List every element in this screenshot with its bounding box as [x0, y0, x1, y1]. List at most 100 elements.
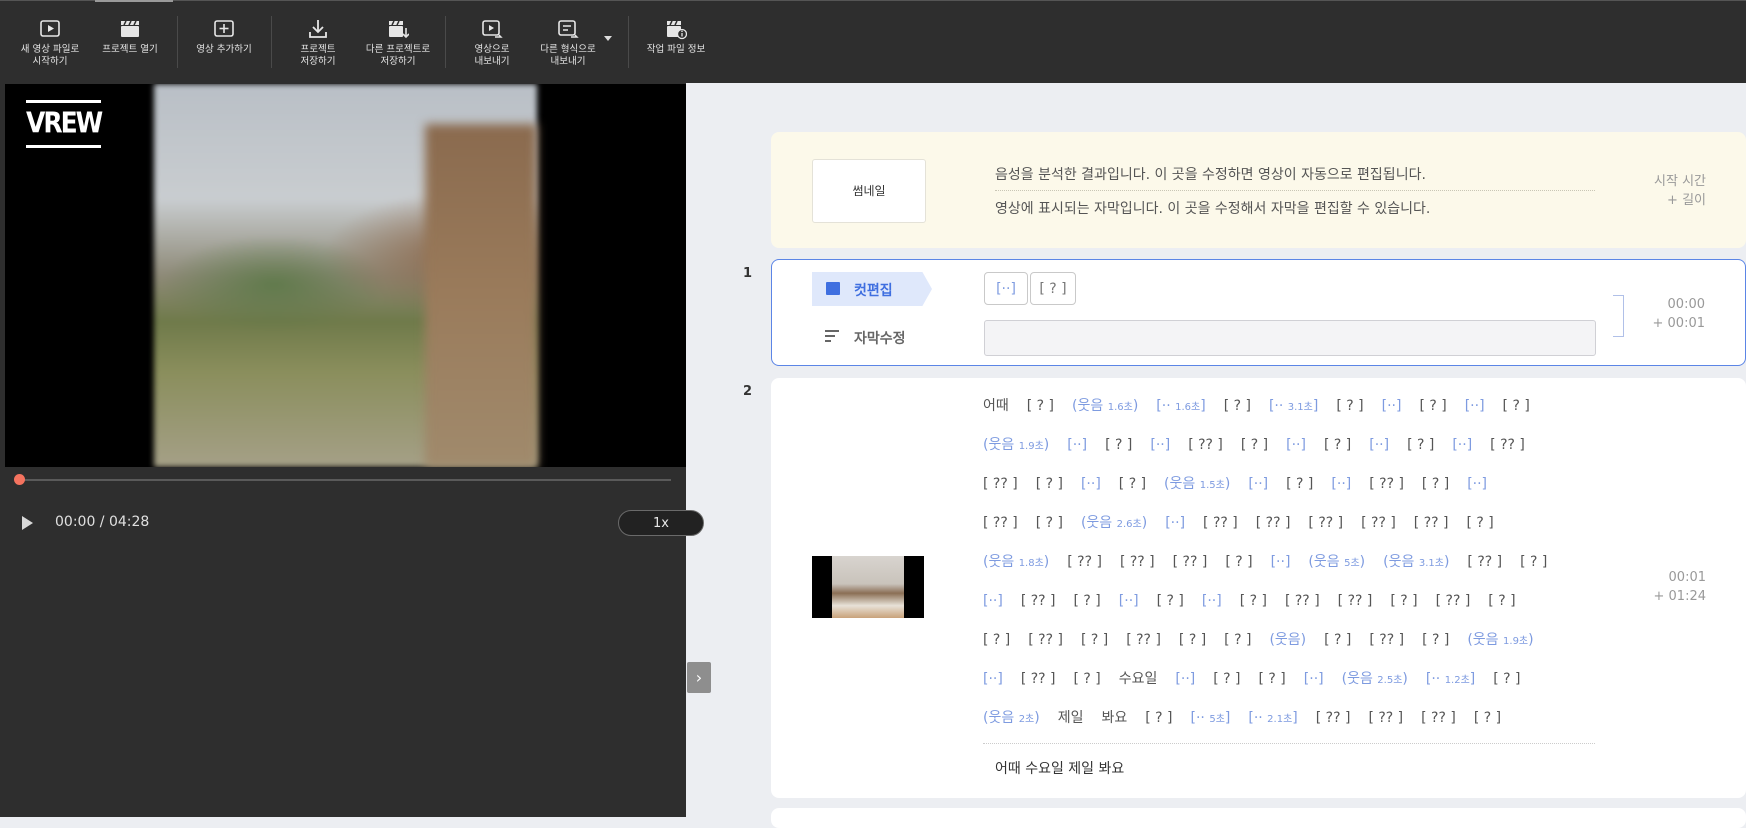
sound-tag[interactable]: (웃음 2.6초)	[1081, 504, 1147, 544]
word-token[interactable]: [ ?? ]	[1126, 621, 1161, 660]
word-token[interactable]: [ ? ]	[1240, 582, 1267, 621]
word-token[interactable]: [ ? ]	[1225, 543, 1252, 582]
word-token[interactable]: [ ?? ]	[1067, 543, 1102, 582]
word-token[interactable]: [ ?? ]	[1256, 504, 1291, 543]
sound-tag[interactable]: [·· 3.1초]	[1269, 387, 1318, 427]
word-token[interactable]: [ ? ]	[1503, 387, 1530, 426]
sound-tag[interactable]: [··]	[1369, 426, 1389, 465]
sound-tag[interactable]: [··]	[1119, 582, 1139, 621]
word-token[interactable]: [ ?? ]	[1120, 543, 1155, 582]
word-token[interactable]: [ ?? ]	[1368, 699, 1403, 738]
word-token[interactable]: [ ?? ]	[1308, 504, 1343, 543]
sound-tag[interactable]: [··]	[1165, 504, 1185, 543]
panel-toggle-button[interactable]: ›	[687, 662, 711, 693]
sound-tag[interactable]: [··]	[1465, 387, 1485, 426]
word-token[interactable]: [ ?? ]	[1361, 504, 1396, 543]
clip-card-2[interactable]: 어때[ ? ] (웃음 1.6초) [·· 1.6초][ ? ] [·· 3.1초][…	[771, 378, 1746, 798]
word-token[interactable]: [ ? ]	[1224, 387, 1251, 426]
sound-tag[interactable]: [··]	[1467, 465, 1487, 504]
speed-button[interactable]: 1x	[618, 510, 704, 536]
sound-tag[interactable]: [··]	[1382, 387, 1402, 426]
subtitle-edit-label[interactable]: 자막수정	[854, 328, 906, 348]
word-token[interactable]: [ ?? ]	[1285, 582, 1320, 621]
word-token[interactable]: [ ? ]	[1336, 387, 1363, 426]
sound-tag[interactable]: [··]	[1331, 465, 1351, 504]
sound-tag[interactable]: [·· 5초]	[1191, 699, 1231, 739]
word-token[interactable]: [ ? ]	[1466, 504, 1493, 543]
sound-tag[interactable]: [··]	[1067, 426, 1087, 465]
word-token[interactable]: [ ? ]	[1324, 426, 1351, 465]
sound-tag[interactable]: [··]	[983, 660, 1003, 699]
sound-tag[interactable]: (웃음 1.9초)	[983, 426, 1049, 466]
open-project-button[interactable]: 프로젝트 열기	[85, 18, 175, 56]
add-video-button[interactable]: 영상 추가하기	[179, 18, 269, 56]
word-token[interactable]: [ ? ]	[1422, 465, 1449, 504]
sound-tag[interactable]: [·· 1.2초]	[1426, 660, 1475, 700]
word-token[interactable]: [ ? ]	[1493, 660, 1520, 699]
video-preview[interactable]	[5, 84, 686, 467]
word-token[interactable]: [ ? ]	[1105, 426, 1132, 465]
word-token[interactable]: [ ?? ]	[983, 465, 1018, 504]
sound-tag[interactable]: (웃음 2.5초)	[1342, 660, 1408, 700]
word-token[interactable]: [ ?? ]	[1021, 582, 1056, 621]
word-chip[interactable]: [ ? ]	[1030, 272, 1076, 305]
sound-tag[interactable]: [·· 2.1초]	[1248, 699, 1297, 739]
sound-tag[interactable]: [··]	[1202, 582, 1222, 621]
save-project-button[interactable]: 프로젝트 저장하기	[273, 18, 363, 68]
new-video-button[interactable]: 새 영상 파일로 시작하기	[5, 18, 95, 68]
word-token[interactable]: [ ? ]	[1407, 426, 1434, 465]
clip-thumbnail[interactable]	[812, 556, 924, 618]
word-token[interactable]: [ ? ]	[1324, 621, 1351, 660]
sound-tag[interactable]: [··]	[1271, 543, 1291, 582]
sound-tag[interactable]: (웃음 1.6초)	[1072, 387, 1138, 427]
export-other-button[interactable]: 다른 형식으로 내보내기	[523, 18, 613, 68]
word-token[interactable]: [ ?? ]	[983, 504, 1018, 543]
word-token[interactable]: 어때	[983, 387, 1009, 426]
sound-tag[interactable]: (웃음)	[1269, 621, 1306, 660]
word-token[interactable]: [ ? ]	[1074, 582, 1101, 621]
word-token[interactable]: [ ?? ]	[1316, 699, 1351, 738]
sound-tag[interactable]: (웃음 1.8초)	[983, 543, 1049, 583]
sound-tag[interactable]: [··]	[1175, 660, 1195, 699]
word-token[interactable]: [ ? ]	[1488, 582, 1515, 621]
sound-tag[interactable]: (웃음 1.5초)	[1164, 465, 1230, 505]
word-token[interactable]: [ ? ]	[1145, 699, 1172, 738]
word-token[interactable]: [ ? ]	[1157, 582, 1184, 621]
clip-card-3[interactable]	[771, 808, 1746, 828]
sound-tag[interactable]: [··]	[1248, 465, 1268, 504]
word-token[interactable]: [ ?? ]	[1467, 543, 1502, 582]
word-token[interactable]: [ ? ]	[1259, 660, 1286, 699]
word-token[interactable]: [ ? ]	[1179, 621, 1206, 660]
subtitle-text[interactable]: 어때 수요일 제일 봐요	[995, 758, 1124, 778]
word-token[interactable]: [ ?? ]	[1173, 543, 1208, 582]
export-dropdown-arrow-icon[interactable]	[604, 36, 612, 41]
sound-tag[interactable]: [··]	[983, 582, 1003, 621]
sound-tag[interactable]: (웃음 1.9초)	[1467, 621, 1533, 661]
word-token[interactable]: [ ? ]	[1074, 660, 1101, 699]
word-token[interactable]: [ ? ]	[1419, 387, 1446, 426]
word-token[interactable]: [ ?? ]	[1203, 504, 1238, 543]
word-token[interactable]: [ ?? ]	[1188, 426, 1223, 465]
sound-tag[interactable]: (웃음 2초)	[983, 699, 1040, 739]
sound-tag[interactable]: [··]	[1081, 465, 1101, 504]
play-icon[interactable]	[22, 516, 33, 530]
sound-tag[interactable]: [··]	[1304, 660, 1324, 699]
word-token[interactable]: 제일	[1058, 699, 1084, 738]
word-token[interactable]: [ ?? ]	[1414, 504, 1449, 543]
word-token[interactable]: [ ?? ]	[1028, 621, 1063, 660]
word-token[interactable]: 수요일	[1119, 660, 1158, 699]
word-token[interactable]: [ ? ]	[1241, 426, 1268, 465]
sound-tag[interactable]: [··]	[1150, 426, 1170, 465]
word-token[interactable]: [ ?? ]	[1436, 582, 1471, 621]
word-token[interactable]: [ ? ]	[1286, 465, 1313, 504]
word-token[interactable]: [ ? ]	[1474, 699, 1501, 738]
word-token[interactable]: [ ? ]	[983, 621, 1010, 660]
sound-tag[interactable]: (웃음 3.1초)	[1383, 543, 1449, 583]
sound-tag[interactable]: [·· 1.6초]	[1156, 387, 1205, 427]
project-info-button[interactable]: 작업 파일 정보	[631, 18, 721, 56]
sound-tag[interactable]: [··]	[1286, 426, 1306, 465]
word-token[interactable]: [ ?? ]	[1021, 660, 1056, 699]
word-token[interactable]: [ ?? ]	[1338, 582, 1373, 621]
word-token[interactable]: [ ? ]	[1027, 387, 1054, 426]
save-as-button[interactable]: 다른 프로젝트로 저장하기	[353, 18, 443, 68]
